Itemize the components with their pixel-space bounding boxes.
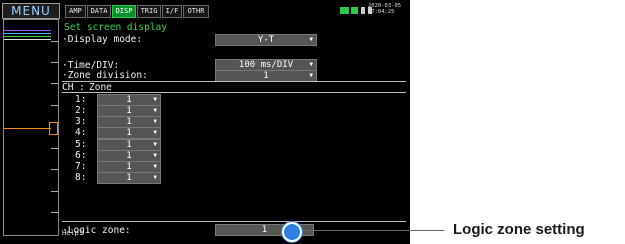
- callout-marker: [282, 222, 302, 242]
- channel-label: 3:: [75, 116, 87, 127]
- chevron-down-icon: ▼: [153, 141, 157, 148]
- card-icon: [361, 7, 365, 14]
- divider: [62, 81, 406, 82]
- menu-label: MENU: [11, 4, 51, 18]
- divider: [62, 92, 406, 93]
- grid-tick: [51, 105, 58, 106]
- tab-trig[interactable]: TRIG: [137, 5, 161, 18]
- chevron-down-icon: ▼: [153, 118, 157, 125]
- channel-label: 8:: [75, 172, 87, 183]
- channel-label: 1:: [75, 94, 87, 105]
- datetime: 2020-03-05 07:04:25: [368, 3, 401, 15]
- channel-zone-select[interactable]: 1 ▼: [97, 172, 161, 184]
- channel-zone-value: 1: [126, 128, 132, 138]
- channel-label: 4:: [75, 127, 87, 138]
- tab-othr[interactable]: OTHR: [183, 5, 209, 18]
- time-div-value: 100 ms/DIV: [238, 60, 294, 70]
- settings-title: Set screen display: [64, 22, 167, 33]
- channel-zone-value: 1: [126, 173, 132, 183]
- grid-tick: [51, 148, 58, 149]
- help-text: Help?: [62, 229, 84, 237]
- channel-zone-value: 1: [126, 95, 132, 105]
- network-icon: [351, 7, 358, 14]
- trace-line: [4, 30, 51, 31]
- channel-label: 6:: [75, 150, 87, 161]
- grid-tick: [51, 41, 58, 42]
- tab-amp[interactable]: AMP: [65, 5, 86, 18]
- display-mode-select[interactable]: Y-T ▼: [215, 34, 317, 46]
- trace-line: [4, 39, 51, 40]
- trace-line: [4, 128, 51, 129]
- channel-label: 5:: [75, 139, 87, 150]
- logic-zone-value: 1: [261, 225, 268, 235]
- zone-division-label: ·Zone division:: [62, 70, 148, 81]
- grid-tick: [51, 169, 58, 170]
- chevron-down-icon: ▼: [309, 72, 313, 79]
- channel-label: 2:: [75, 105, 87, 116]
- display-mode-label: ·Display mode:: [62, 34, 143, 45]
- grid-tick: [51, 212, 58, 213]
- chevron-down-icon: ▼: [153, 129, 157, 136]
- chevron-down-icon: ▼: [153, 152, 157, 159]
- waveform-panel: [3, 19, 59, 236]
- channel-zone-value: 1: [126, 151, 132, 161]
- chevron-down-icon: ▼: [153, 107, 157, 114]
- chevron-down-icon: ▼: [309, 61, 313, 68]
- trace-line: [4, 33, 51, 34]
- channel-zone-select[interactable]: 1 ▼: [97, 127, 161, 139]
- channel-zone-value: 1: [126, 106, 132, 116]
- channel-zone-value: 1: [126, 140, 132, 150]
- settings-panel: Set screen display ·Display mode: Y-T ▼ …: [62, 19, 406, 244]
- device-screen: MENU AMP DATA DISP TRIG I/F OTHR 2020-03…: [0, 0, 410, 244]
- chevron-down-icon: ▼: [309, 36, 313, 43]
- time-text: 07:04:25: [368, 9, 395, 15]
- chevron-down-icon: ▼: [153, 96, 157, 103]
- menu-button[interactable]: MENU: [2, 3, 60, 19]
- channel-label: 7:: [75, 161, 87, 172]
- tab-data[interactable]: DATA: [87, 5, 111, 18]
- grid-tick: [51, 191, 58, 192]
- callout-label: Logic zone setting: [453, 221, 585, 238]
- chevron-down-icon: ▼: [153, 174, 157, 181]
- battery-icon: [340, 7, 349, 14]
- zone-division-value: 1: [263, 71, 269, 81]
- channel-zone-value: 1: [126, 162, 132, 172]
- chevron-down-icon: ▼: [153, 163, 157, 170]
- grid-tick: [51, 83, 58, 84]
- tab-if[interactable]: I/F: [162, 5, 182, 18]
- trace-marker[interactable]: [49, 122, 58, 135]
- divider: [62, 221, 406, 222]
- display-mode-value: Y-T: [257, 35, 275, 45]
- callout-line: [299, 230, 444, 231]
- trace-line: [4, 36, 51, 37]
- tab-disp[interactable]: DISP: [112, 5, 136, 18]
- channel-zone-value: 1: [126, 117, 132, 127]
- grid-tick: [51, 62, 58, 63]
